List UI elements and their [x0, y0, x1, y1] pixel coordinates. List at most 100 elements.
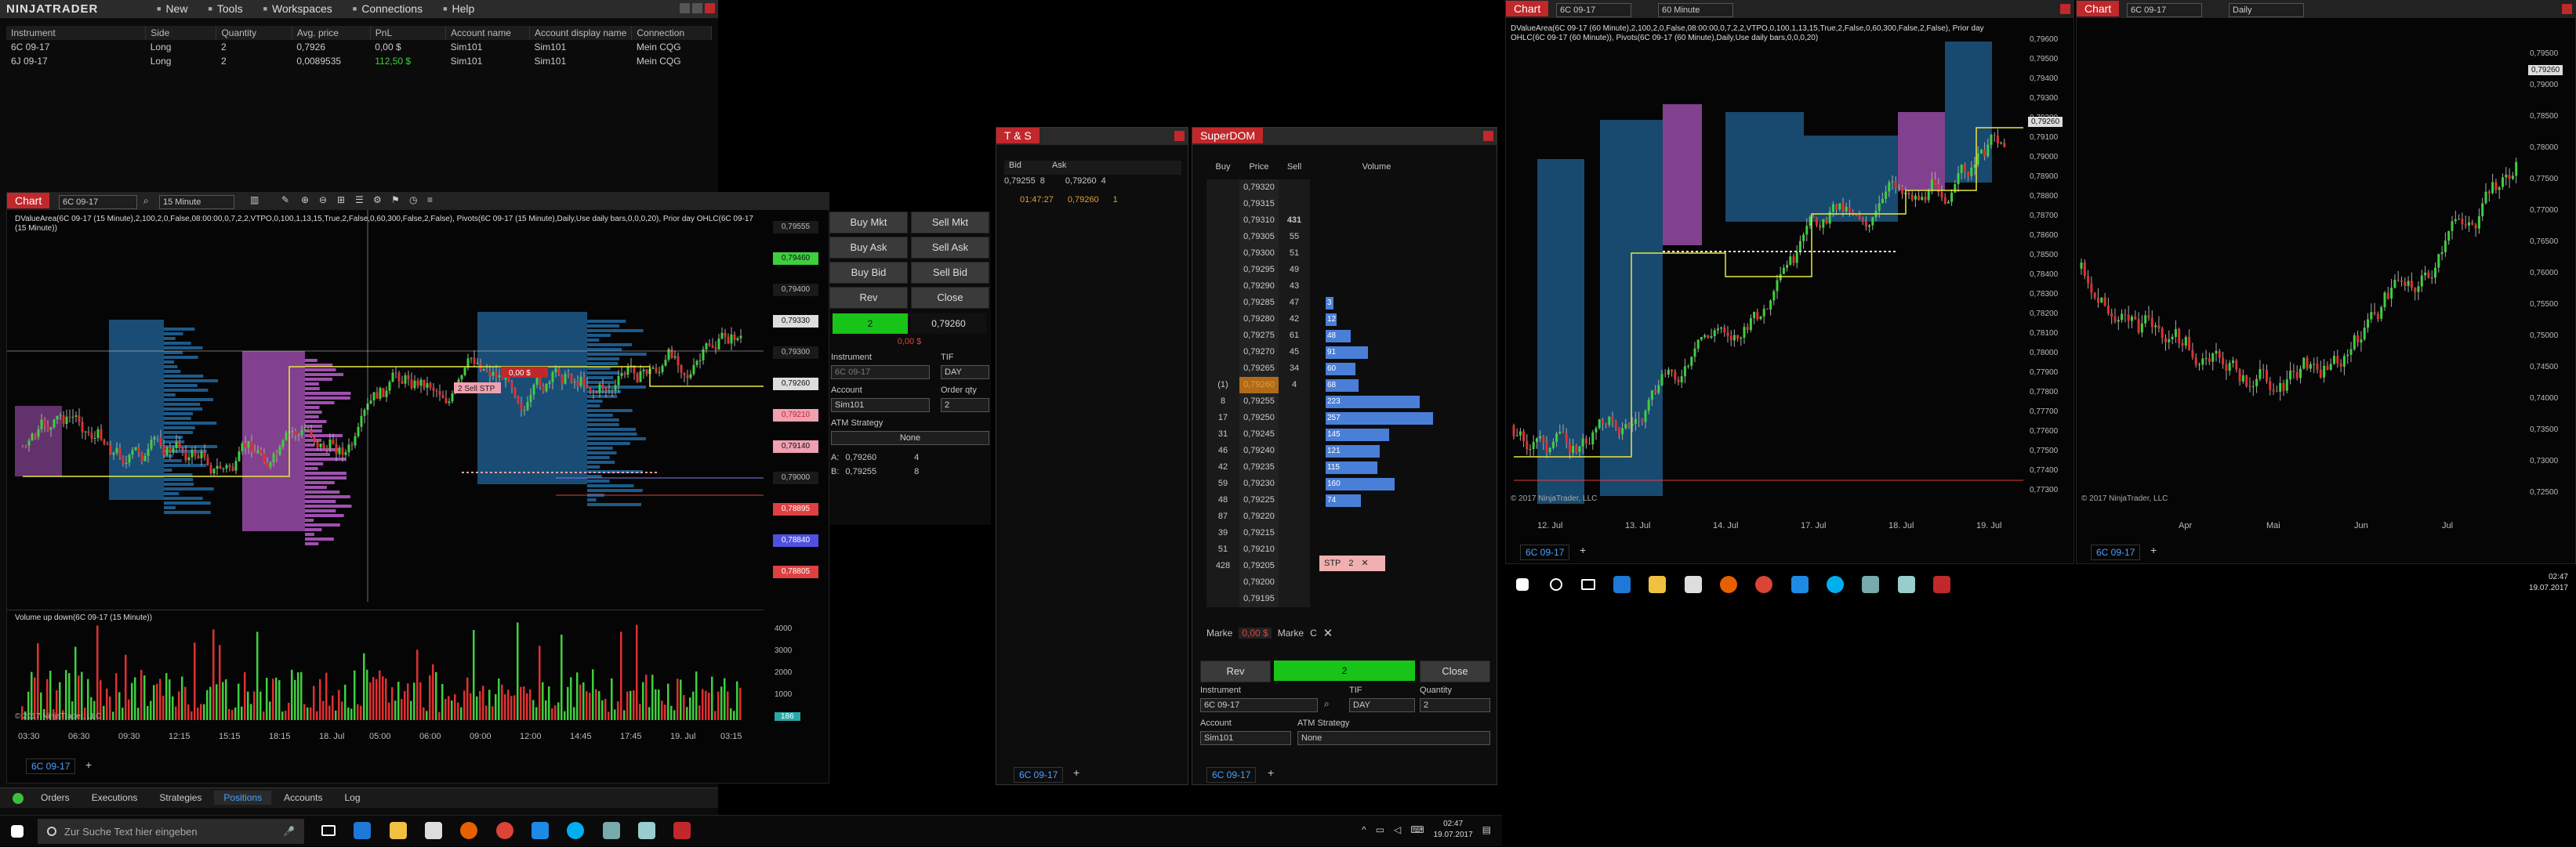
dom-buy[interactable]: 59	[1206, 476, 1239, 492]
close-icon[interactable]	[705, 3, 715, 13]
dom-sell[interactable]: 55	[1279, 229, 1310, 245]
dom-row[interactable]: 0,79275 61 48	[1206, 328, 1497, 344]
dom-row[interactable]: 0,79200	[1206, 574, 1497, 591]
dom-buy[interactable]	[1206, 196, 1239, 212]
dom-row[interactable]: 0,79305 55	[1206, 229, 1497, 245]
chrome-icon[interactable]	[1755, 576, 1773, 593]
column-header[interactable]: Avg. price	[292, 26, 371, 40]
dom-row[interactable]: 8 0,79255 223	[1206, 393, 1497, 410]
dom-buy[interactable]: 39	[1206, 525, 1239, 541]
drawing-icon[interactable]: ◷	[409, 194, 417, 205]
zoom-in-icon[interactable]: ⊕	[301, 194, 309, 205]
tif-select[interactable]: DAY	[941, 365, 989, 379]
chart-instrument-tab[interactable]: 6C 09-17	[2091, 545, 2141, 560]
dom-buy[interactable]	[1206, 179, 1239, 196]
tab-log[interactable]: Log	[335, 791, 369, 805]
column-header[interactable]: Account display name	[529, 26, 633, 40]
dom-sell[interactable]: 49	[1279, 262, 1310, 278]
menu-new[interactable]: ■ New	[157, 2, 187, 15]
dom-row[interactable]: 48 0,79225 74	[1206, 492, 1497, 509]
dom-row[interactable]: 0,79280 42 12	[1206, 311, 1497, 328]
dom-buy[interactable]	[1206, 591, 1239, 607]
dom-sell[interactable]	[1279, 558, 1310, 574]
sell-ask-button[interactable]: Sell Ask	[911, 237, 989, 259]
dom-row[interactable]: 0,79195	[1206, 591, 1497, 607]
dom-sell[interactable]: 4	[1279, 377, 1310, 393]
network-app-icon[interactable]	[602, 822, 620, 839]
dom-sell[interactable]	[1279, 179, 1310, 196]
dom-row[interactable]: 42 0,79235 115	[1206, 459, 1497, 476]
dom-row[interactable]: 87 0,79220	[1206, 509, 1497, 525]
dom-sell[interactable]: 51	[1279, 245, 1310, 262]
dom-row[interactable]: 0,79295 49	[1206, 262, 1497, 278]
buy-ask-button[interactable]: Buy Ask	[829, 237, 908, 259]
tray-chevron-icon[interactable]: ^	[1362, 824, 1366, 835]
order-qty-input[interactable]: 2	[941, 398, 989, 412]
instrument-field[interactable]: 6C 09-17	[831, 365, 930, 379]
ninjatrader-taskbar-icon[interactable]	[1933, 576, 1951, 593]
search-icon[interactable]	[1550, 578, 1563, 591]
dom-row[interactable]: 0,79315	[1206, 196, 1497, 212]
edge-icon[interactable]	[1613, 576, 1631, 593]
dom-buy[interactable]	[1206, 212, 1239, 229]
dom-buy[interactable]	[1206, 344, 1239, 360]
dom-sell[interactable]	[1279, 196, 1310, 212]
dom-buy[interactable]: 17	[1206, 410, 1239, 426]
add-tab-icon[interactable]: +	[1580, 544, 1586, 556]
dom-row[interactable]: 59 0,79230 160	[1206, 476, 1497, 492]
dom-buy[interactable]	[1206, 311, 1239, 328]
search-icon[interactable]: ⌕	[143, 195, 149, 207]
add-tab-icon[interactable]: +	[2150, 544, 2157, 556]
column-header[interactable]: Side	[145, 26, 217, 40]
tab-orders[interactable]: Orders	[31, 791, 79, 805]
chart-instrument-tab[interactable]: 6C 09-17	[26, 758, 76, 774]
dom-buy[interactable]	[1206, 262, 1239, 278]
dom-row[interactable]: 0,79290 43	[1206, 278, 1497, 295]
sell-bid-button[interactable]: Sell Bid	[911, 262, 989, 284]
add-tab-icon[interactable]: +	[85, 758, 92, 771]
dom-buy[interactable]: 48	[1206, 492, 1239, 509]
dom-instrument-tab[interactable]: 6C 09-17	[1206, 767, 1257, 783]
dom-buy[interactable]	[1206, 229, 1239, 245]
strategies-icon[interactable]: ⚙	[373, 194, 382, 205]
chart-tab[interactable]: Chart	[1506, 1, 1549, 16]
pencil-icon[interactable]: ✎	[281, 194, 289, 205]
dom-buy[interactable]	[1206, 278, 1239, 295]
reverse-button[interactable]: Rev	[1200, 661, 1271, 682]
dom-sell[interactable]	[1279, 591, 1310, 607]
menu-help[interactable]: ■ Help	[443, 2, 474, 15]
dom-row[interactable]: 0,79310 431	[1206, 212, 1497, 229]
column-header[interactable]: PnL	[370, 26, 447, 40]
chart-tab[interactable]: Chart	[7, 193, 50, 208]
dom-row[interactable]: 39 0,79215	[1206, 525, 1497, 541]
edge-icon[interactable]	[354, 822, 372, 839]
interval-select[interactable]: Daily	[2229, 3, 2304, 17]
close-button[interactable]: C	[1310, 628, 1317, 639]
dom-buy[interactable]: 428	[1206, 558, 1239, 574]
close-icon[interactable]	[2562, 4, 2572, 14]
column-header[interactable]: Instrument	[6, 26, 147, 40]
tab-executions[interactable]: Executions	[82, 791, 147, 805]
close-icon[interactable]	[1174, 131, 1185, 141]
dom-sell[interactable]	[1279, 492, 1310, 509]
account-select[interactable]: Sim101	[831, 398, 930, 412]
menu-workspaces[interactable]: ■ Workspaces	[263, 2, 332, 15]
dom-sell[interactable]	[1279, 476, 1310, 492]
windows-start-icon[interactable]	[1516, 578, 1529, 591]
dom-sell[interactable]	[1279, 574, 1310, 591]
tab-accounts[interactable]: Accounts	[274, 791, 332, 805]
dom-row[interactable]: (1) 0,79260 4 68	[1206, 377, 1497, 393]
atm-select[interactable]: None	[1297, 731, 1490, 745]
store-icon[interactable]	[1684, 576, 1702, 593]
tab-strategies[interactable]: Strategies	[150, 791, 211, 805]
dom-buy[interactable]: 8	[1206, 393, 1239, 410]
dom-sell[interactable]	[1279, 426, 1310, 443]
notes-app-icon[interactable]	[1897, 576, 1915, 593]
dom-sell[interactable]: 43	[1279, 278, 1310, 295]
dom-buy[interactable]	[1206, 328, 1239, 344]
reverse-button[interactable]: Rev	[829, 287, 908, 309]
cancel-order-icon[interactable]: ✕	[1362, 556, 1369, 571]
dom-row[interactable]: 0,79320	[1206, 179, 1497, 196]
table-row[interactable]: 6C 09-17 Long 2 0,7926 0,00 $ Sim101 Sim101 Mei…	[6, 40, 712, 54]
tif-select[interactable]: DAY	[1349, 698, 1415, 712]
